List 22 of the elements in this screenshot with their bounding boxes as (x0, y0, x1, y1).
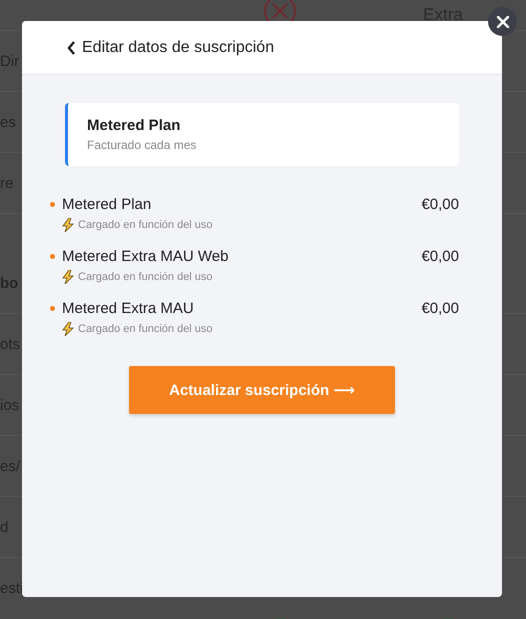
bullet-icon (50, 306, 55, 311)
update-subscription-button[interactable]: Actualizar suscripción ⟶ (129, 366, 395, 414)
lightning-icon (62, 270, 75, 284)
bullet-icon (50, 202, 55, 207)
item-price: €0,00 (421, 248, 459, 265)
plan-name: Metered Plan (87, 117, 182, 134)
bullet-icon (50, 254, 55, 259)
usage-note: Cargado en función del uso (78, 323, 213, 335)
item-price: €0,00 (421, 300, 459, 317)
item-name: Metered Plan (62, 196, 152, 213)
item-name: Metered Extra MAU (62, 300, 195, 317)
back-chevron-icon[interactable] (67, 40, 76, 54)
billing-period: Facturado cada mes (87, 138, 198, 152)
close-icon (496, 16, 508, 28)
usage-note: Cargado en función del uso (78, 219, 213, 231)
close-button[interactable] (488, 7, 517, 36)
item-name: Metered Extra MAU Web (62, 248, 230, 265)
item-price: €0,00 (421, 196, 459, 213)
lightning-icon (62, 322, 75, 336)
usage-note: Cargado en función del uso (78, 271, 213, 283)
lightning-icon (62, 218, 75, 232)
modal-title: Editar datos de suscripción (82, 38, 274, 56)
